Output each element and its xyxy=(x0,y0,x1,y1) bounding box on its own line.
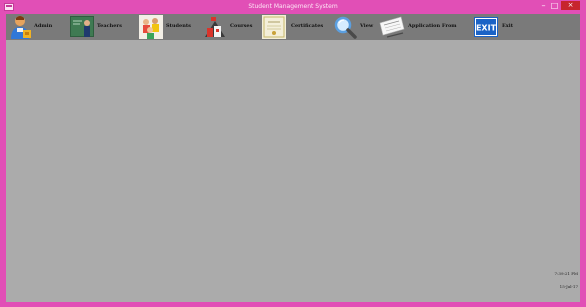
menu-item-courses[interactable]: Courses xyxy=(201,14,261,40)
menu-label-admin: Admin xyxy=(34,23,53,29)
main-menu-bar: Admin Teachers Students Courses Certific… xyxy=(6,14,580,40)
certificate-icon xyxy=(262,15,286,39)
courses-books-icon xyxy=(205,17,225,37)
menu-item-view[interactable]: View xyxy=(332,14,377,40)
teacher-blackboard-icon xyxy=(70,16,94,37)
menu-item-application-from[interactable]: Application From xyxy=(377,14,473,40)
close-button[interactable]: × xyxy=(561,1,580,10)
title-bar[interactable]: Student Management System – □ × xyxy=(0,0,586,14)
admin-user-icon xyxy=(11,16,31,39)
menu-item-certificates[interactable]: Certificates xyxy=(260,14,332,40)
exit-sign-icon: EXIT xyxy=(474,17,498,37)
application-form-icon xyxy=(379,16,405,38)
app-window: Student Management System – □ × Admin Te… xyxy=(0,0,586,307)
svg-text:EXIT: EXIT xyxy=(476,24,497,33)
status-time: 7:39:21 PM xyxy=(554,271,578,276)
students-group-icon xyxy=(139,15,163,39)
magnifier-icon xyxy=(334,16,357,39)
menu-label-application-from: Application From xyxy=(408,23,457,29)
menu-label-students: Students xyxy=(166,23,191,29)
maximize-button[interactable]: □ xyxy=(549,1,560,10)
menu-item-teachers[interactable]: Teachers xyxy=(68,14,136,40)
window-title: Student Management System xyxy=(248,3,338,10)
minimize-button[interactable]: – xyxy=(538,1,549,10)
status-date: 15-Jul-17 xyxy=(559,284,578,289)
menu-item-admin[interactable]: Admin xyxy=(8,14,68,40)
menu-label-teachers: Teachers xyxy=(97,23,122,29)
menu-label-view: View xyxy=(360,23,374,29)
menu-label-exit: Exit xyxy=(502,23,514,29)
main-workspace: 7:39:21 PM 15-Jul-17 xyxy=(6,40,580,302)
menu-label-certificates: Certificates xyxy=(291,23,324,29)
menu-label-courses: Courses xyxy=(230,23,253,29)
menu-item-students[interactable]: Students xyxy=(137,14,201,40)
menu-item-exit[interactable]: EXIT Exit xyxy=(472,14,520,40)
